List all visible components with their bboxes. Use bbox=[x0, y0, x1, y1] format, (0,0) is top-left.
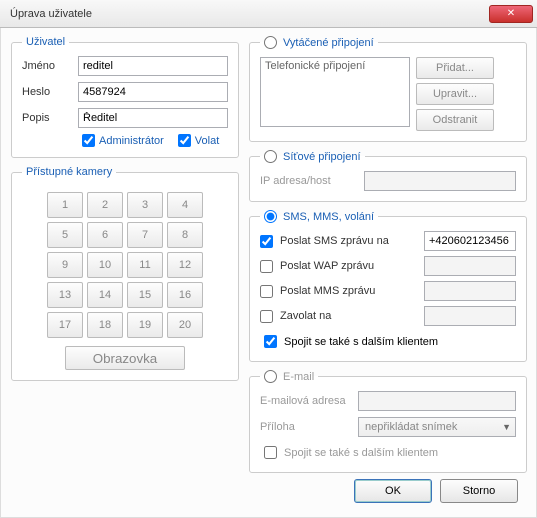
camera-key[interactable]: 15 bbox=[127, 282, 163, 308]
checkbox-admin-label: Administrátor bbox=[99, 135, 164, 147]
checkbox-call[interactable]: Volat bbox=[178, 134, 219, 147]
checkbox-send-mms[interactable] bbox=[260, 285, 273, 298]
ok-button[interactable]: OK bbox=[354, 479, 432, 503]
camera-key[interactable]: 9 bbox=[47, 252, 83, 278]
select-email-attach-value: nepřikládat snímek bbox=[365, 421, 457, 433]
label-ip: IP adresa/host bbox=[260, 175, 356, 187]
input-ip[interactable] bbox=[364, 171, 516, 191]
input-email-addr[interactable] bbox=[358, 391, 516, 411]
group-network: Síťové připojení IP adresa/host bbox=[249, 150, 527, 202]
screen-button[interactable]: Obrazovka bbox=[65, 346, 185, 370]
close-icon: ✕ bbox=[507, 8, 515, 19]
radio-dialup[interactable] bbox=[264, 36, 277, 49]
radio-email[interactable] bbox=[264, 370, 277, 383]
legend-email: E-mail bbox=[283, 371, 314, 383]
label-password: Heslo bbox=[22, 86, 72, 98]
legend-network: Síťové připojení bbox=[283, 151, 361, 163]
label-send-wap: Poslat WAP zprávu bbox=[280, 260, 420, 272]
input-mms-number[interactable] bbox=[424, 281, 516, 301]
cancel-button[interactable]: Storno bbox=[440, 479, 518, 503]
checkbox-admin[interactable]: Administrátor bbox=[82, 134, 164, 147]
group-user: Uživatel Jméno Heslo Popis Administrát bbox=[11, 36, 239, 158]
input-wap-number[interactable] bbox=[424, 256, 516, 276]
input-sms-number[interactable] bbox=[424, 231, 516, 251]
checkbox-call-label: Volat bbox=[195, 135, 219, 147]
dialup-edit-button[interactable]: Upravit... bbox=[416, 83, 494, 105]
checkbox-sms-connect[interactable] bbox=[264, 335, 277, 348]
camera-key[interactable]: 19 bbox=[127, 312, 163, 338]
input-name[interactable] bbox=[78, 56, 228, 76]
camera-key[interactable]: 16 bbox=[167, 282, 203, 308]
checkbox-email-connect[interactable] bbox=[264, 446, 277, 459]
dialup-add-button[interactable]: Přidat... bbox=[416, 57, 494, 79]
dialup-list[interactable]: Telefonické připojení bbox=[260, 57, 410, 127]
camera-key[interactable]: 17 bbox=[47, 312, 83, 338]
camera-key[interactable]: 11 bbox=[127, 252, 163, 278]
camera-keypad: 1 2 3 4 5 6 7 8 9 10 11 12 13 14 15 16 1 bbox=[22, 192, 228, 338]
camera-key[interactable]: 6 bbox=[87, 222, 123, 248]
label-email-connect: Spojit se také s dalším klientem bbox=[284, 447, 438, 459]
camera-key[interactable]: 18 bbox=[87, 312, 123, 338]
camera-key[interactable]: 7 bbox=[127, 222, 163, 248]
chevron-down-icon: ▼ bbox=[502, 422, 511, 432]
dialup-remove-button[interactable]: Odstranit bbox=[416, 109, 494, 131]
camera-key[interactable]: 8 bbox=[167, 222, 203, 248]
checkbox-call-input[interactable] bbox=[178, 134, 191, 147]
camera-key[interactable]: 4 bbox=[167, 192, 203, 218]
camera-key[interactable]: 3 bbox=[127, 192, 163, 218]
camera-key[interactable]: 12 bbox=[167, 252, 203, 278]
dialup-item[interactable]: Telefonické připojení bbox=[265, 60, 405, 72]
camera-key[interactable]: 5 bbox=[47, 222, 83, 248]
group-sms: SMS, MMS, volání Poslat SMS zprávu na Po… bbox=[249, 210, 527, 362]
label-name: Jméno bbox=[22, 60, 72, 72]
label-email-attach: Příloha bbox=[260, 421, 352, 433]
titlebar: Úprava uživatele ✕ bbox=[0, 0, 537, 28]
label-send-mms: Poslat MMS zprávu bbox=[280, 285, 420, 297]
window-title: Úprava uživatele bbox=[10, 8, 92, 20]
dialog-footer: OK Storno bbox=[354, 479, 518, 503]
input-password[interactable] bbox=[78, 82, 228, 102]
legend-sms: SMS, MMS, volání bbox=[283, 211, 374, 223]
checkbox-admin-input[interactable] bbox=[82, 134, 95, 147]
checkbox-send-wap[interactable] bbox=[260, 260, 273, 273]
input-desc[interactable] bbox=[78, 108, 228, 128]
radio-sms[interactable] bbox=[264, 210, 277, 223]
checkbox-send-sms[interactable] bbox=[260, 235, 273, 248]
input-call-number[interactable] bbox=[424, 306, 516, 326]
camera-key[interactable]: 10 bbox=[87, 252, 123, 278]
camera-key[interactable]: 14 bbox=[87, 282, 123, 308]
group-email: E-mail E-mailová adresa Příloha nepřiklá… bbox=[249, 370, 527, 473]
label-sms-connect: Spojit se také s dalším klientem bbox=[284, 336, 438, 348]
label-desc: Popis bbox=[22, 112, 72, 124]
label-email-addr: E-mailová adresa bbox=[260, 395, 352, 407]
legend-user: Uživatel bbox=[22, 36, 69, 48]
camera-key[interactable]: 2 bbox=[87, 192, 123, 218]
select-email-attach[interactable]: nepřikládat snímek ▼ bbox=[358, 417, 516, 437]
label-send-sms: Poslat SMS zprávu na bbox=[280, 235, 420, 247]
dialog-client: Uživatel Jméno Heslo Popis Administrát bbox=[0, 28, 537, 518]
label-call-to: Zavolat na bbox=[280, 310, 420, 322]
camera-key[interactable]: 1 bbox=[47, 192, 83, 218]
camera-key[interactable]: 20 bbox=[167, 312, 203, 338]
checkbox-call-to[interactable] bbox=[260, 310, 273, 323]
camera-key[interactable]: 13 bbox=[47, 282, 83, 308]
radio-network[interactable] bbox=[264, 150, 277, 163]
close-button[interactable]: ✕ bbox=[489, 5, 533, 23]
group-cameras: Přístupné kamery 1 2 3 4 5 6 7 8 9 10 11… bbox=[11, 166, 239, 381]
group-dialup: Vytáčené připojení Telefonické připojení… bbox=[249, 36, 527, 142]
legend-dialup: Vytáčené připojení bbox=[283, 37, 374, 49]
legend-cameras: Přístupné kamery bbox=[22, 166, 116, 178]
